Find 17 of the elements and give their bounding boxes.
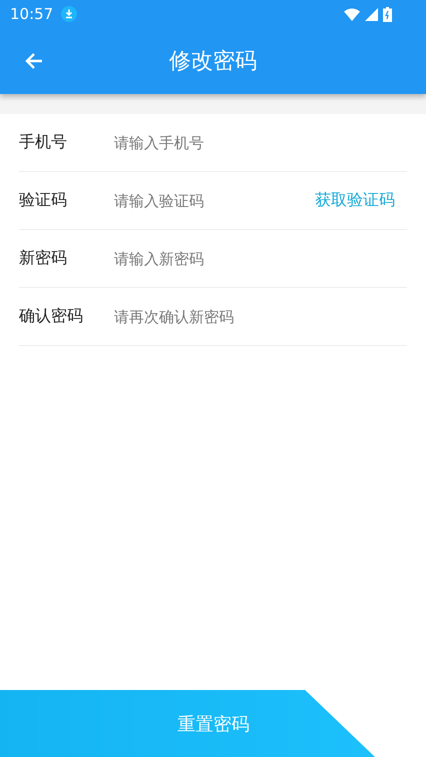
input-field[interactable]: 请输入手机号 [114, 134, 407, 152]
signal-icon [365, 8, 378, 20]
field-label: 新密码 [19, 248, 68, 269]
input-field[interactable]: 请输入新密码 [114, 250, 407, 268]
get-code-link[interactable]: 获取验证码 [315, 190, 395, 211]
download-icon [61, 6, 78, 22]
reset-password-button[interactable]: 重置密码 [0, 690, 375, 757]
wifi-icon [344, 8, 360, 20]
page-title: 修改密码 [169, 48, 257, 76]
battery-icon [383, 6, 392, 22]
input-field[interactable]: 请再次确认新密码 [114, 308, 407, 326]
field-label: 验证码 [19, 190, 68, 211]
input-field[interactable]: 请输入验证码 [114, 192, 315, 210]
field-label: 手机号 [19, 132, 68, 153]
back-arrow-icon[interactable] [24, 51, 44, 71]
status-time: 10:57 [10, 5, 54, 23]
field-label: 确认密码 [19, 306, 84, 327]
